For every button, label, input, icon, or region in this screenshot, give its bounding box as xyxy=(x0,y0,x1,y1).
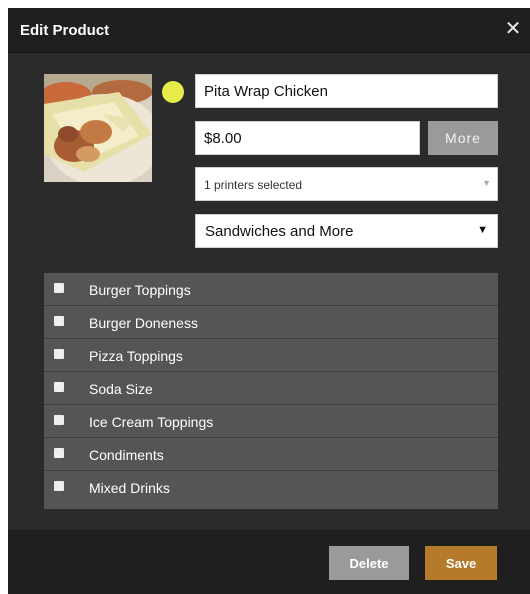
food-photo-icon xyxy=(44,74,152,182)
product-price-input[interactable] xyxy=(195,121,420,155)
list-item[interactable]: Soda Size xyxy=(44,372,498,405)
option-label: Burger Doneness xyxy=(89,315,198,331)
list-item[interactable]: Mixed Drinks xyxy=(44,471,498,504)
product-photo[interactable] xyxy=(44,74,152,182)
list-item[interactable]: Burger Doneness xyxy=(44,306,498,339)
chevron-down-icon: ▼ xyxy=(482,178,491,188)
list-item[interactable]: Ice Cream Toppings xyxy=(44,405,498,438)
delete-button[interactable]: Delete xyxy=(329,546,409,580)
option-label: Mixed Drinks xyxy=(89,480,170,496)
list-item[interactable]: Pizza Toppings xyxy=(44,339,498,372)
checkbox[interactable] xyxy=(54,382,64,392)
list-item[interactable]: Burger Toppings xyxy=(44,273,498,306)
modifier-groups-list: Burger Toppings Burger Doneness Pizza To… xyxy=(44,273,498,509)
option-label: Pizza Toppings xyxy=(89,348,183,364)
checkbox[interactable] xyxy=(54,349,64,359)
product-name-input[interactable] xyxy=(195,74,498,108)
printers-select-value: 1 printers selected xyxy=(204,178,303,192)
option-label: Burger Toppings xyxy=(89,282,191,298)
category-select-value: Sandwiches and More xyxy=(205,223,354,240)
color-picker-swatch[interactable] xyxy=(162,81,184,103)
printers-select[interactable]: 1 printers selected ▼ xyxy=(195,167,498,201)
edit-product-dialog: Edit Product ✕ More 1 printers selected … xyxy=(8,8,530,594)
close-icon[interactable]: ✕ xyxy=(502,18,524,40)
checkbox[interactable] xyxy=(54,283,64,293)
checkbox[interactable] xyxy=(54,316,64,326)
dialog-header: Edit Product ✕ xyxy=(8,8,530,53)
option-label: Condiments xyxy=(89,447,164,463)
dialog-footer: Delete Save xyxy=(8,530,530,594)
more-button[interactable]: More xyxy=(428,121,498,155)
checkbox[interactable] xyxy=(54,415,64,425)
caret-down-icon: ▼ xyxy=(477,224,488,236)
save-button[interactable]: Save xyxy=(425,546,497,580)
list-item[interactable]: Condiments xyxy=(44,438,498,471)
category-select[interactable]: Sandwiches and More ▼ xyxy=(195,214,498,248)
dialog-title: Edit Product xyxy=(20,22,110,39)
option-label: Soda Size xyxy=(89,381,153,397)
option-label: Ice Cream Toppings xyxy=(89,414,214,430)
checkbox[interactable] xyxy=(54,448,64,458)
checkbox[interactable] xyxy=(54,481,64,491)
